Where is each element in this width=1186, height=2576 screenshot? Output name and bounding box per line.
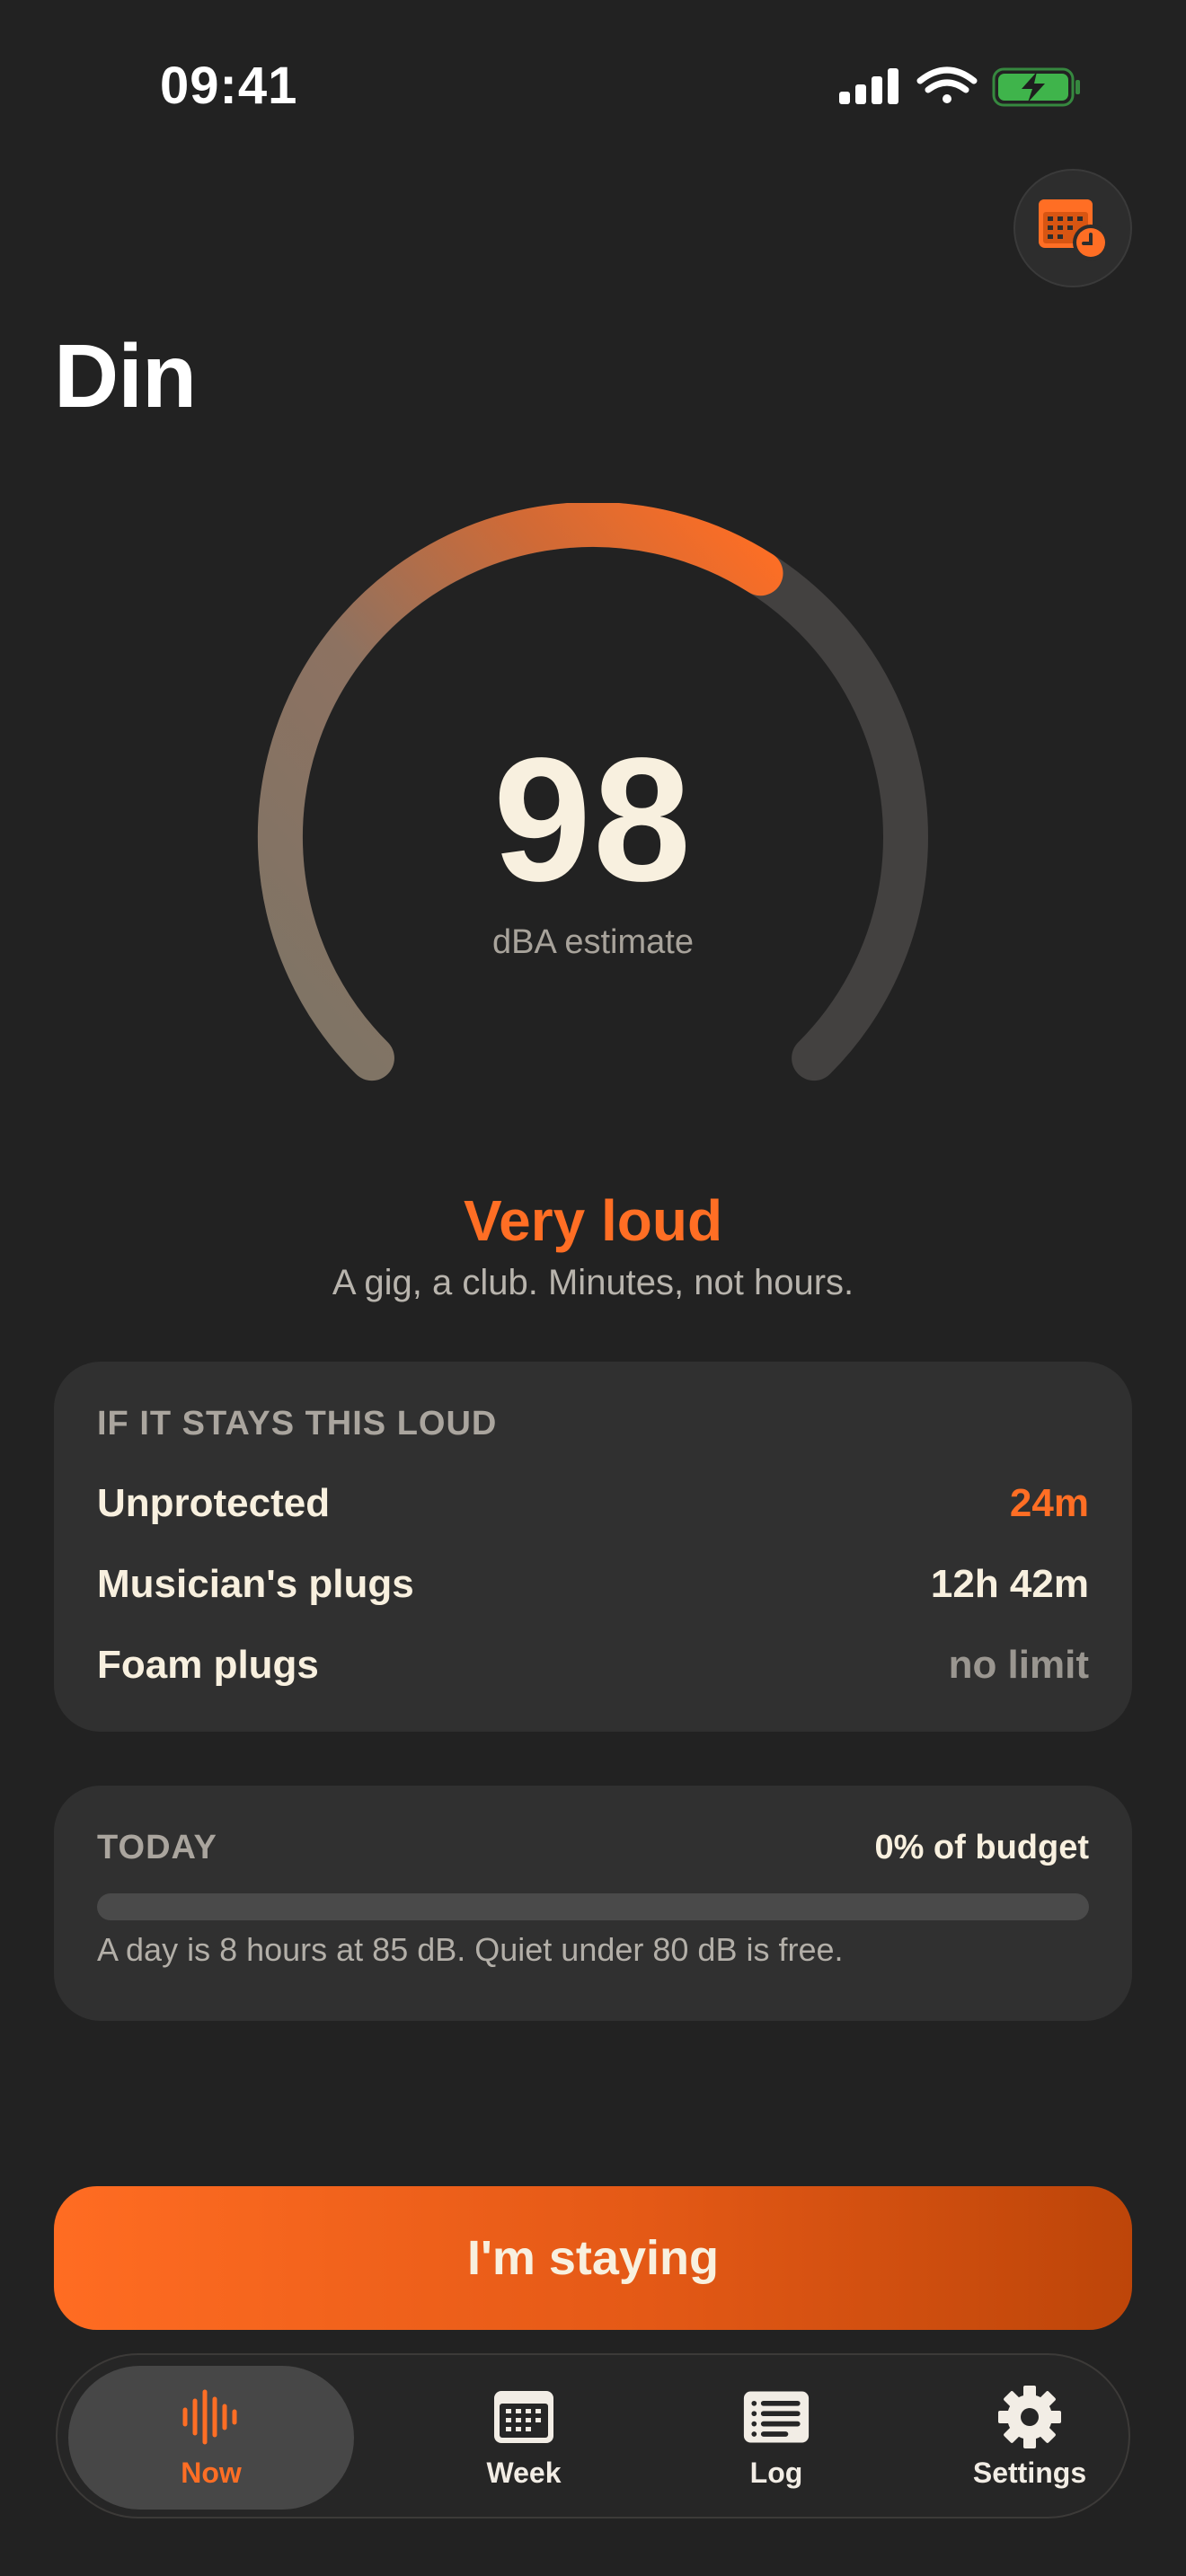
- loudness-level-label: Very loud: [463, 1188, 723, 1253]
- status-time: 09:41: [160, 57, 298, 115]
- budget-note: A day is 8 hours at 85 dB. Quiet under 8…: [97, 1931, 844, 1968]
- tab-week[interactable]: Week: [376, 2366, 672, 2510]
- exposure-row-value: 12h 42m: [930, 1562, 1089, 1606]
- decibel-unit: dBA estimate: [492, 923, 694, 961]
- calendar-clock-icon: [1039, 199, 1109, 260]
- tab-log[interactable]: Log: [633, 2366, 920, 2510]
- page-title: Din: [54, 326, 197, 427]
- safe-exposure-heading: IF IT STAYS THIS LOUD: [97, 1405, 498, 1442]
- battery-charging-icon: [992, 67, 1080, 107]
- tab-label: Settings: [972, 2456, 1087, 2489]
- loudness-level-description: A gig, a club. Minutes, not hours.: [332, 1263, 854, 1302]
- status-icons: [839, 65, 1082, 108]
- safe-exposure-card: IF IT STAYS THIS LOUD Unprotected 24m Mu…: [54, 1362, 1132, 1732]
- tab-settings[interactable]: Settings: [886, 2366, 1173, 2510]
- exposure-row-value: 24m: [1009, 1481, 1089, 1525]
- exposure-row-foam-plugs: Foam plugs no limit: [97, 1638, 1089, 1692]
- history-button[interactable]: [1013, 169, 1132, 287]
- exposure-row-label: Foam plugs: [97, 1643, 319, 1687]
- tab-bar: Now Week Log Settings: [56, 2353, 1130, 2519]
- wifi-icon: [916, 66, 978, 103]
- today-heading: TODAY: [97, 1829, 217, 1866]
- budget-percentage: 0% of budget: [874, 1829, 1089, 1866]
- im-staying-button[interactable]: I'm staying: [54, 2186, 1132, 2330]
- gear-icon: [998, 2385, 1061, 2448]
- tab-label: Now: [181, 2456, 242, 2489]
- cellular-signal-icon: [839, 68, 898, 104]
- decibel-value: 98: [492, 721, 693, 918]
- exposure-row-label: Unprotected: [97, 1481, 331, 1525]
- exposure-row-value: no limit: [948, 1643, 1089, 1687]
- exposure-row-musicians-plugs: Musician's plugs 12h 42m: [97, 1557, 1089, 1611]
- exposure-row-label: Musician's plugs: [97, 1562, 414, 1606]
- tab-now[interactable]: Now: [68, 2366, 354, 2510]
- today-budget-card: TODAY 0% of budget A day is 8 hours at 8…: [54, 1786, 1132, 2021]
- tab-label: Week: [486, 2456, 562, 2489]
- tab-label: Log: [749, 2456, 803, 2489]
- exposure-row-unprotected: Unprotected 24m: [97, 1477, 1089, 1531]
- waveform-icon: [182, 2389, 237, 2444]
- calendar-icon: [494, 2390, 553, 2443]
- list-icon: [743, 2391, 810, 2442]
- budget-progress-bar: [97, 1893, 1089, 1920]
